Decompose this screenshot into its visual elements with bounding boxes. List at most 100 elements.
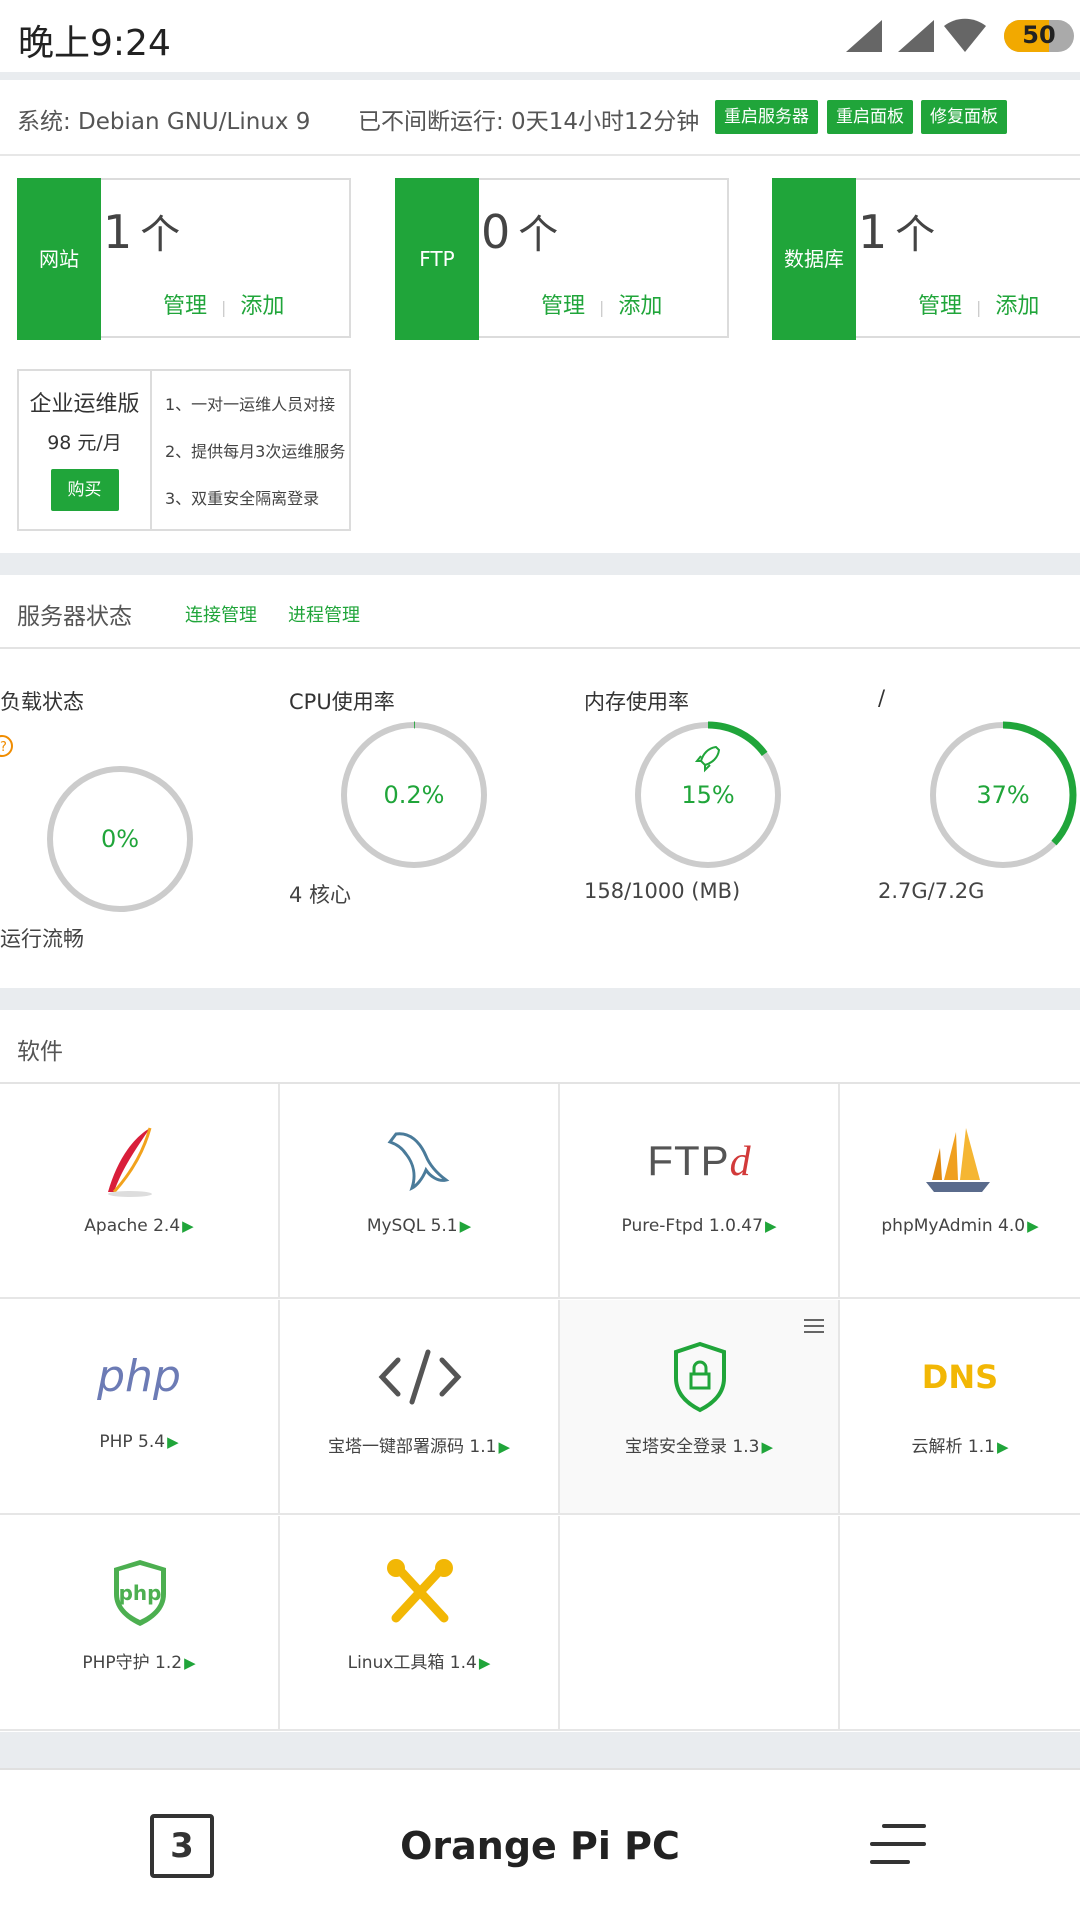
play-icon: ▶ <box>478 1654 491 1672</box>
signal-icon-2 <box>898 20 934 52</box>
manage-db-link[interactable]: 管理 <box>918 294 962 319</box>
card-tag: 数据库 <box>772 178 856 340</box>
php-icon: php <box>97 1351 181 1402</box>
battery-icon: 50 <box>1004 20 1074 52</box>
software-pureftpd[interactable]: FTPd Pure-Ftpd 1.0.47 ▶ <box>560 1084 840 1299</box>
play-icon: ▶ <box>184 1654 196 1672</box>
mysql-dolphin-icon <box>387 1132 450 1191</box>
software-header: 软件 <box>0 1010 1080 1084</box>
load-value: 0% <box>100 825 140 853</box>
php-shield-icon: php <box>114 1560 166 1626</box>
add-site-link[interactable]: 添加 <box>240 294 284 319</box>
software-php-guard[interactable]: php PHP守护 1.2 ▶ <box>0 1516 280 1731</box>
clock: 晚上9:24 <box>18 23 171 64</box>
feature-item: 2、提供每月3次运维服务 <box>165 442 346 461</box>
server-status-header: 服务器状态 连接管理 进程管理 <box>0 575 1080 649</box>
software-label: 云解析 1.1 <box>911 1437 995 1457</box>
card-tag: FTP <box>395 178 479 340</box>
software-label: PHP守护 1.2 <box>82 1653 183 1673</box>
svg-text:?: ? <box>0 740 7 755</box>
disk-label: / <box>878 686 886 710</box>
server-status-title: 服务器状态 <box>17 604 132 630</box>
code-icon <box>378 1349 462 1405</box>
separator <box>0 72 1080 80</box>
restart-panel-button[interactable]: 重启面板 <box>827 100 913 134</box>
uptime-info: 已不间断运行: 0天14小时12分钟 <box>358 109 700 135</box>
add-ftp-link[interactable]: 添加 <box>618 294 662 319</box>
restart-server-button[interactable]: 重启服务器 <box>715 100 818 134</box>
website-card: 网站 1个 管理 | 添加 <box>17 178 351 340</box>
phpmyadmin-sailboat-icon <box>926 1128 990 1192</box>
software-linux-tools[interactable]: Linux工具箱 1.4 ▶ <box>280 1516 560 1731</box>
menu-button[interactable] <box>870 1820 930 1870</box>
software-label: 宝塔安全登录 1.3 <box>625 1437 760 1457</box>
disk-value: 37% <box>976 781 1030 809</box>
rocket-icon[interactable] <box>694 744 722 774</box>
feature-item: 3、双重安全隔离登录 <box>165 489 320 508</box>
play-icon: ▶ <box>167 1433 179 1451</box>
play-icon: ▶ <box>498 1438 510 1456</box>
manage-sites-link[interactable]: 管理 <box>163 294 207 319</box>
cpu-value: 0.2% <box>383 781 445 809</box>
play-icon: ▶ <box>182 1217 194 1235</box>
software-label: Linux工具箱 1.4 <box>347 1653 477 1673</box>
ftpd-icon: FTPd <box>647 1137 751 1185</box>
system-info-row: 系统: Debian GNU/Linux 9 已不间断运行: 0天14小时12分… <box>0 80 1080 156</box>
enterprise-price: 98 元/月 <box>47 432 122 454</box>
software-label: phpMyAdmin 4.0 <box>881 1216 1026 1236</box>
os-info: 系统: Debian GNU/Linux 9 <box>17 109 311 135</box>
separator <box>0 1732 1080 1768</box>
card-count: 1个 <box>858 205 936 259</box>
software-label: PHP 5.4 <box>99 1432 166 1452</box>
cpu-note: 4 核心 <box>289 883 352 907</box>
shield-lock-icon <box>674 1341 726 1413</box>
card-tag: 网站 <box>17 178 101 340</box>
help-icon[interactable]: ? <box>0 734 20 758</box>
ftp-card: FTP 0个 管理 | 添加 <box>395 178 729 340</box>
software-safe-login[interactable]: 宝塔安全登录 1.3 ▶ <box>560 1300 840 1515</box>
disk-note: 2.7G/7.2G <box>878 879 985 903</box>
add-db-link[interactable]: 添加 <box>995 294 1039 319</box>
software-title: 软件 <box>17 1039 63 1065</box>
software-empty-slot <box>840 1516 1080 1731</box>
software-php[interactable]: php PHP 5.4 ▶ <box>0 1300 280 1515</box>
software-deploy[interactable]: 宝塔一键部署源码 1.1 ▶ <box>280 1300 560 1515</box>
separator <box>0 553 1080 575</box>
software-label: MySQL 5.1 <box>366 1216 458 1236</box>
database-card: 数据库 1个 管理 | 添加 <box>772 178 1080 340</box>
separator <box>0 988 1080 1010</box>
signal-icon <box>846 20 882 52</box>
card-count: 1个 <box>103 205 181 259</box>
connection-manage-link[interactable]: 连接管理 <box>185 601 257 627</box>
process-manage-link[interactable]: 进程管理 <box>288 601 360 627</box>
enterprise-promo: 企业运维版 98 元/月 购买 1、一对一运维人员对接 2、提供每月3次运维服务… <box>17 369 351 531</box>
dns-icon: DNS <box>921 1358 999 1396</box>
wifi-icon <box>944 18 986 52</box>
bottom-nav: 3 Orange Pi PC <box>0 1768 1080 1922</box>
cpu-label: CPU使用率 <box>289 690 395 714</box>
memory-label: 内存使用率 <box>584 690 689 714</box>
buy-button[interactable]: 购买 <box>50 469 119 511</box>
software-apache[interactable]: Apache 2.4 ▶ <box>0 1084 280 1299</box>
play-icon: ▶ <box>764 1217 777 1235</box>
play-icon: ▶ <box>459 1217 472 1235</box>
software-label: Pure-Ftpd 1.0.47 <box>621 1216 763 1236</box>
card-count: 0个 <box>481 205 559 259</box>
software-phpmyadmin[interactable]: phpMyAdmin 4.0 ▶ <box>840 1084 1080 1299</box>
enterprise-title: 企业运维版 <box>29 392 140 417</box>
manage-ftp-link[interactable]: 管理 <box>541 294 585 319</box>
load-label: 负载状态 <box>0 690 84 714</box>
software-dns[interactable]: DNS 云解析 1.1 ▶ <box>840 1300 1080 1515</box>
play-icon: ▶ <box>761 1438 773 1456</box>
software-mysql[interactable]: MySQL 5.1 ▶ <box>280 1084 560 1299</box>
software-label: Apache 2.4 <box>84 1216 181 1236</box>
status-bar: 晚上9:24 50 <box>0 0 1080 72</box>
load-note: 运行流畅 <box>0 927 84 951</box>
memory-note: 158/1000 (MB) <box>584 879 741 903</box>
battery-level: 50 <box>1022 21 1056 49</box>
menu-icon[interactable] <box>804 1318 824 1334</box>
repair-panel-button[interactable]: 修复面板 <box>921 100 1007 134</box>
play-icon: ▶ <box>1027 1217 1039 1235</box>
software-label: 宝塔一键部署源码 1.1 <box>328 1437 497 1457</box>
tools-icon <box>387 1559 453 1623</box>
